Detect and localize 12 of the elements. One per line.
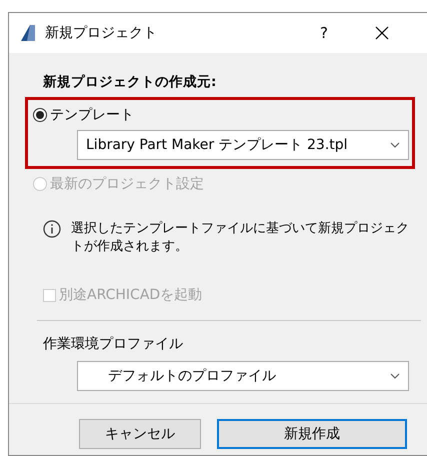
template-dropdown[interactable]: Library Part Maker テンプレート 23.tpl: [77, 130, 409, 160]
radio-label: テンプレート: [50, 106, 134, 124]
profile-dropdown[interactable]: デフォルトのプロファイル: [77, 361, 409, 391]
help-button[interactable]: ?: [301, 13, 347, 53]
cancel-button[interactable]: キャンセル: [79, 419, 201, 449]
profile-label: 作業環境プロファイル: [43, 335, 184, 353]
create-button[interactable]: 新規作成: [217, 419, 407, 449]
section-heading: 新規プロジェクトの作成元:: [43, 73, 218, 91]
window-title: 新規プロジェクト: [45, 24, 158, 42]
info-text: 選択したテンプレートファイルに基づいて新規プロジェクトが作成されます。: [71, 220, 410, 256]
radio-label: 最新のプロジェクト設定: [50, 175, 204, 193]
checkbox-label: 別途ARCHICADを起動: [59, 286, 202, 304]
